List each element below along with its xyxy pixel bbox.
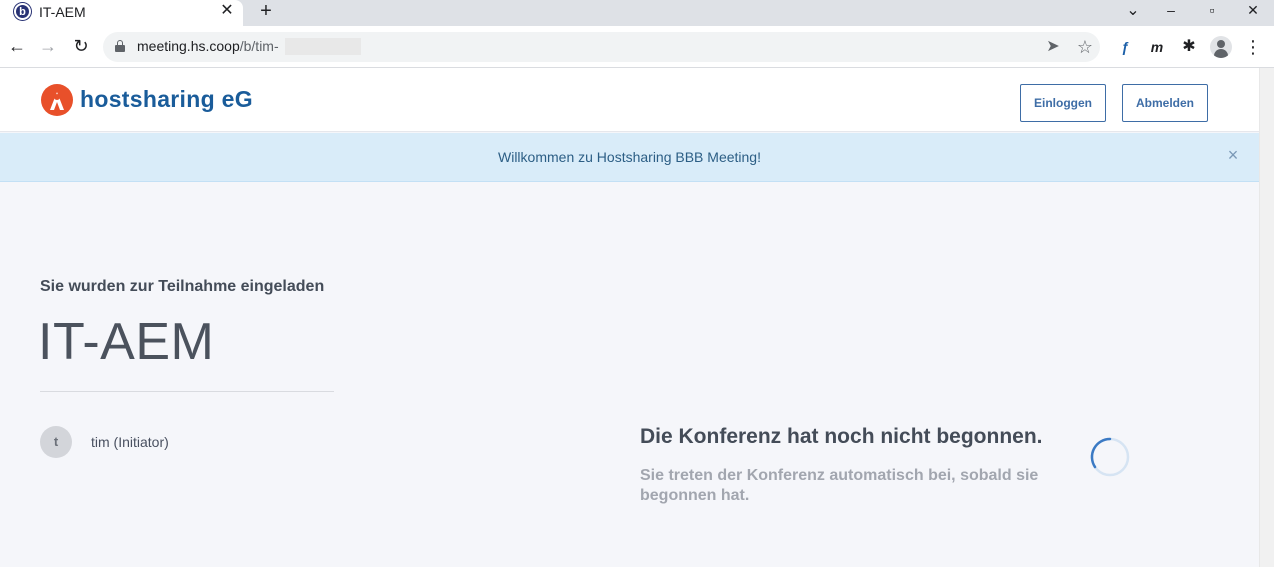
tab-search-chevron-icon[interactable]: ⌄ — [1123, 0, 1143, 20]
extension-m-icon[interactable]: m — [1147, 37, 1167, 57]
window-close-icon[interactable]: ✕ — [1243, 2, 1263, 19]
reload-icon[interactable]: ↻ — [70, 35, 92, 57]
minimize-icon[interactable]: – — [1161, 2, 1181, 18]
bookmark-star-icon[interactable]: ☆ — [1074, 36, 1096, 58]
browser-toolbar: ← → ↻ meeting.hs.coop/b/tim- ➤ ☆ ƒ m ✱ ⋮ — [0, 26, 1274, 68]
url-host: meeting.hs.coop — [137, 38, 240, 54]
extensions-puzzle-icon[interactable]: ✱ — [1179, 37, 1199, 57]
url-text[interactable]: meeting.hs.coop/b/tim- — [137, 38, 279, 54]
alert-close-icon[interactable]: × — [1224, 146, 1242, 164]
new-tab-icon[interactable]: + — [256, 0, 276, 24]
profile-avatar-icon[interactable] — [1210, 36, 1232, 58]
welcome-alert: Willkommen zu Hostsharing BBB Meeting! × — [0, 133, 1259, 182]
lock-icon[interactable] — [115, 40, 125, 53]
waiting-title: Die Konferenz hat noch nicht begonnen. — [640, 425, 1043, 448]
login-button[interactable]: Einloggen — [1020, 84, 1106, 122]
page-content: hostsharing eG Einloggen Abmelden Willko… — [0, 68, 1259, 567]
browser-tab[interactable]: b IT-AEM ✕ — [0, 0, 243, 26]
owner-avatar: t — [40, 426, 72, 458]
extension-f-icon[interactable]: ƒ — [1115, 37, 1135, 57]
divider — [40, 391, 334, 392]
room-title: IT-AEM — [38, 313, 215, 371]
tab-title: IT-AEM — [39, 4, 86, 20]
site-header: hostsharing eG Einloggen Abmelden — [0, 68, 1259, 132]
hostsharing-logo-icon — [41, 84, 73, 116]
maximize-icon[interactable]: ▫ — [1202, 2, 1222, 18]
browser-menu-icon[interactable]: ⋮ — [1243, 37, 1263, 57]
address-bar[interactable]: meeting.hs.coop/b/tim- ➤ ☆ — [103, 32, 1100, 62]
browser-tab-bar: b IT-AEM ✕ + ⌄ – ▫ ✕ — [0, 0, 1274, 26]
bbb-favicon-icon: b — [14, 3, 31, 20]
url-path: /b/tim- — [239, 38, 279, 54]
site-logo[interactable]: hostsharing eG — [40, 83, 255, 117]
waiting-subtitle: Sie treten der Konferenz automatisch bei… — [640, 467, 1039, 504]
alert-message: Willkommen zu Hostsharing BBB Meeting! — [498, 149, 761, 165]
loading-spinner-icon — [1090, 437, 1130, 477]
send-tab-icon[interactable]: ➤ — [1042, 36, 1064, 58]
page-scrollbar[interactable] — [1259, 68, 1274, 567]
invite-label: Sie wurden zur Teilnahme eingeladen — [40, 278, 325, 295]
back-arrow-icon[interactable]: ← — [6, 35, 28, 57]
url-redaction — [285, 38, 361, 55]
tab-close-icon[interactable]: ✕ — [218, 2, 236, 20]
brand-name: hostsharing eG — [80, 86, 253, 112]
forward-arrow-icon[interactable]: → — [37, 35, 59, 57]
owner-name: tim (Initiator) — [91, 434, 169, 450]
logout-button[interactable]: Abmelden — [1122, 84, 1208, 122]
